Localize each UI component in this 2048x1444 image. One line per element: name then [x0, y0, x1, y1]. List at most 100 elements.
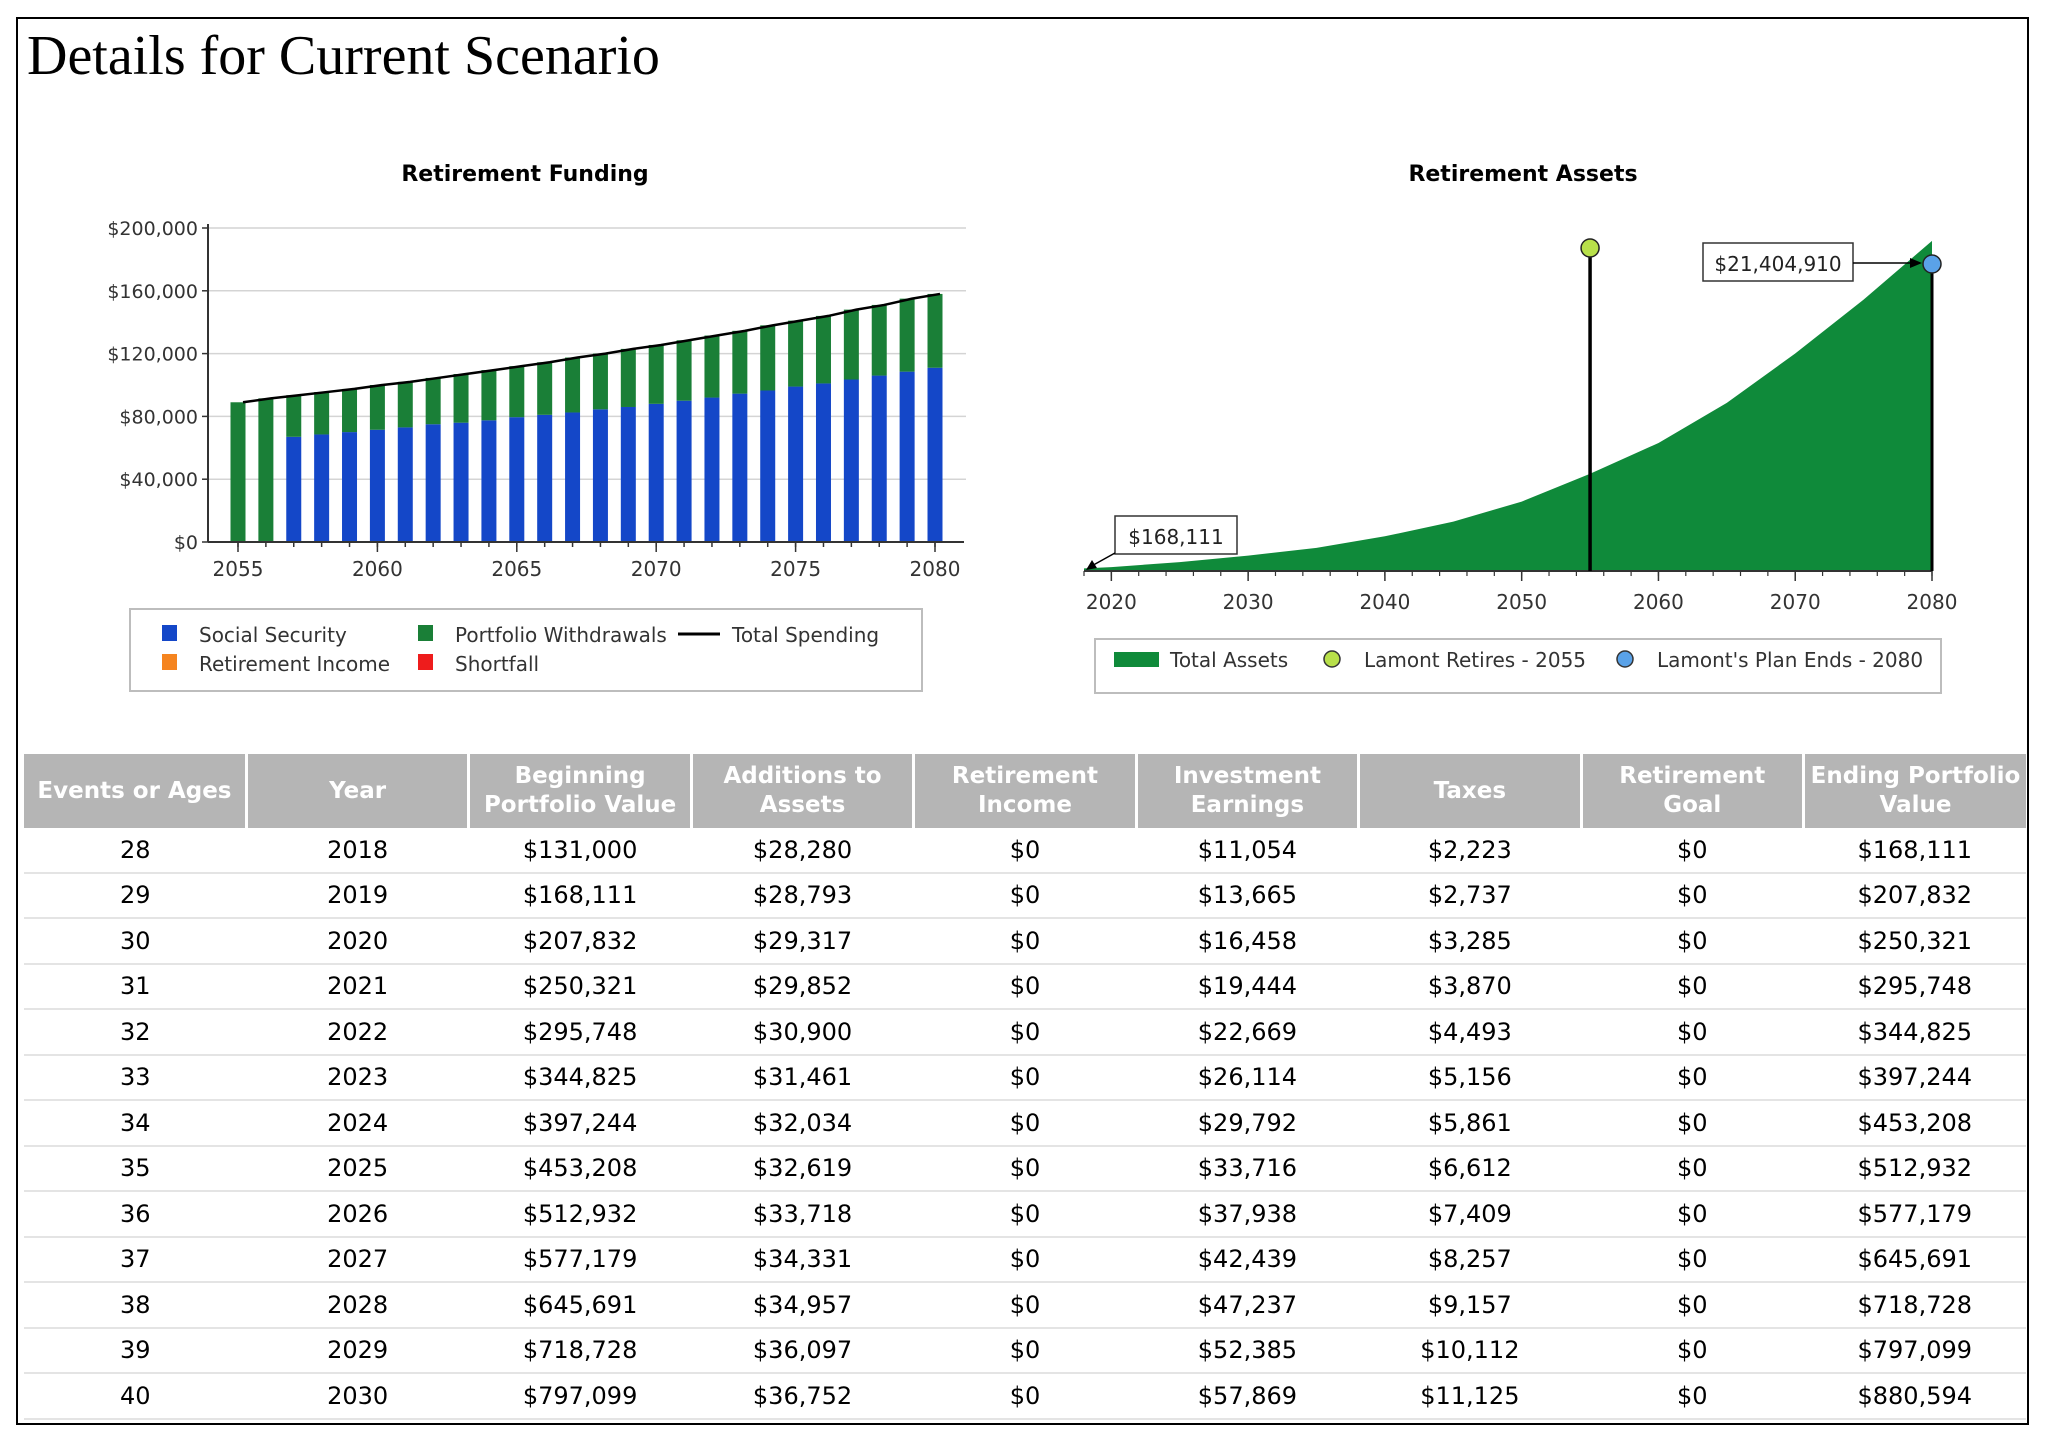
bar-social-security-2066 [537, 414, 553, 542]
bar-portfolio-withdrawals-2079 [899, 298, 915, 372]
bar-portfolio-withdrawals-2062 [425, 377, 441, 425]
table-cell: $453,208 [1803, 1100, 2026, 1147]
funding-x-tick-label: 2060 [352, 557, 403, 581]
legend-label-total-assets: Total Assets [1169, 648, 1288, 672]
legend-label-retirement-income: Retirement Income [199, 652, 390, 676]
table-cell: $168,111 [1803, 828, 2026, 874]
bar-portfolio-withdrawals-2078 [871, 304, 887, 376]
funding-y-tick-label: $160,000 [107, 281, 198, 303]
legend-label-total-spending: Total Spending [731, 623, 879, 647]
assets-x-tick-label: 2060 [1633, 590, 1684, 614]
scenario-details-table: Events or Ages Year Beginning Portfolio Va… [24, 754, 2026, 1420]
bar-social-security-2065 [509, 417, 525, 542]
bar-social-security-2064 [481, 420, 497, 542]
table-row: 36 2026 $512,932 $33,718 $0 $37,938 $7,409 $0 $5… [24, 1191, 2026, 1238]
table-cell: $32,034 [691, 1100, 914, 1147]
bar-social-security-2078 [871, 375, 887, 542]
legend-swatch-total-assets [1114, 652, 1159, 667]
assets-x-tick-label: 2040 [1359, 590, 1410, 614]
table-cell: $168,111 [468, 872, 692, 919]
funding-y-tick-label: $120,000 [107, 344, 198, 366]
column-header: Additions to Assets [689, 754, 914, 828]
funding-x-tick-label: 2080 [910, 557, 961, 581]
table-cell: $880,594 [1803, 1373, 2026, 1420]
table-cell: $42,439 [1136, 1236, 1359, 1283]
table-cell: $207,832 [468, 918, 692, 965]
table-cell: $207,832 [1803, 872, 2026, 919]
bar-social-security-2070 [648, 403, 664, 542]
bar-social-security-2057 [286, 436, 302, 542]
bar-portfolio-withdrawals-2061 [397, 381, 413, 428]
table-cell: 2020 [246, 918, 469, 965]
bar-social-security-2077 [843, 379, 859, 542]
table-header-row: Events or Ages Year Beginning Portfolio Va… [24, 754, 2026, 828]
column-header: Beginning Portfolio Value [467, 754, 692, 828]
table-cell: $0 [1581, 1009, 1804, 1056]
table-cell: $29,792 [1136, 1100, 1359, 1147]
table-cell: 2023 [246, 1054, 469, 1101]
bar-portfolio-withdrawals-2075 [788, 320, 804, 387]
table-cell: 32 [24, 1009, 247, 1056]
bar-portfolio-withdrawals-2057 [286, 395, 302, 437]
column-header: Retirement Goal [1579, 754, 1804, 828]
table-cell: $0 [1581, 872, 1804, 919]
table-cell: $9,157 [1358, 1282, 1582, 1329]
table-cell: 2021 [246, 963, 469, 1010]
table-cell: 36 [24, 1191, 247, 1238]
table-cell: $344,825 [1803, 1009, 2026, 1056]
column-header: Retirement Income [912, 754, 1137, 828]
bar-portfolio-withdrawals-2076 [815, 315, 831, 384]
table-cell: $57,869 [1136, 1373, 1359, 1420]
legend-swatch-lamont-retires-2055 [1323, 650, 1341, 668]
bar-social-security-2075 [788, 386, 804, 542]
table-cell: $577,179 [1803, 1191, 2026, 1238]
table-cell: $13,665 [1136, 872, 1359, 919]
legend-label-shortfall: Shortfall [455, 652, 539, 676]
table-cell: $0 [913, 1191, 1137, 1238]
column-header: Ending Portfolio Value [1802, 754, 2026, 828]
table-cell: $0 [913, 1145, 1137, 1192]
bar-portfolio-withdrawals-2058 [314, 392, 330, 435]
table-cell: $8,257 [1358, 1236, 1582, 1283]
table-cell: $10,112 [1358, 1327, 1582, 1374]
bar-social-security-2074 [760, 390, 776, 542]
table-cell: $2,223 [1358, 828, 1582, 874]
assets-x-tick-label: 2030 [1223, 590, 1274, 614]
table-cell: $295,748 [1803, 963, 2026, 1010]
table-cell: 2025 [246, 1145, 469, 1192]
table-cell: $453,208 [468, 1145, 692, 1192]
legend-label-social-security: Social Security [199, 623, 347, 647]
table-cell: 39 [24, 1327, 247, 1374]
table-cell: 38 [24, 1282, 247, 1329]
funding-y-tick-label: $200,000 [107, 218, 198, 240]
legend-swatch-social-security [162, 625, 177, 641]
table-cell: $0 [1581, 1191, 1804, 1238]
table-cell: 34 [24, 1100, 247, 1147]
table-cell: $0 [913, 1236, 1137, 1283]
table-cell: $577,179 [468, 1236, 692, 1283]
start-value-callout: $168,111 [1128, 525, 1223, 549]
bar-portfolio-withdrawals-2056 [258, 398, 274, 542]
table-cell: $0 [913, 1373, 1137, 1420]
retirement-funding-chart: Retirement Funding $0 $40,000 $80,000 $120,0… [107, 162, 966, 692]
assets-chart-title: Retirement Assets [1408, 162, 1637, 187]
bar-social-security-2071 [676, 400, 692, 542]
page-title: Details for Current Scenario [27, 25, 660, 87]
table-cell: 2024 [246, 1100, 469, 1147]
table-cell: 30 [24, 918, 247, 965]
table-cell: $0 [1581, 828, 1804, 874]
table-cell: $718,728 [1803, 1282, 2026, 1329]
assets-x-tick-label: 2020 [1086, 590, 1137, 614]
table-cell: $11,125 [1358, 1373, 1582, 1420]
funding-x-tick-label: 2070 [631, 557, 682, 581]
table-row: 35 2025 $453,208 $32,619 $0 $33,716 $6,612 $0 $5… [24, 1145, 2026, 1192]
table-cell: $0 [913, 828, 1137, 874]
bar-portfolio-withdrawals-2070 [648, 344, 664, 404]
table-cell: $0 [913, 872, 1137, 919]
legend-swatch-portfolio-withdrawals [418, 625, 433, 641]
funding-chart-title: Retirement Funding [401, 162, 648, 187]
bar-social-security-2067 [565, 412, 581, 542]
table-cell: $31,461 [691, 1054, 914, 1101]
table-cell: $7,409 [1358, 1191, 1582, 1238]
bar-social-security-2062 [425, 424, 441, 542]
